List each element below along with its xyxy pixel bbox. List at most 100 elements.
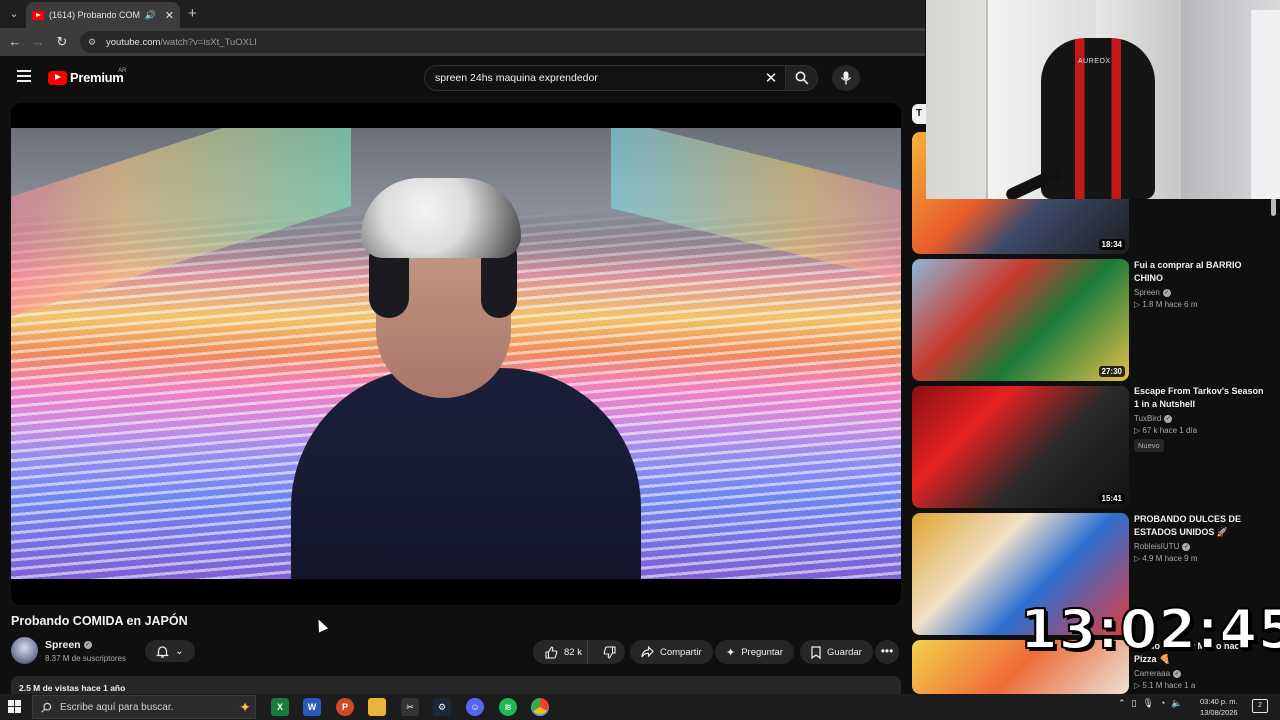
tray-chevron-icon[interactable]: ⌃	[1118, 698, 1126, 709]
excel-icon[interactable]: X	[271, 698, 289, 716]
recommendation-stats: ▷ 4.9 M hace 9 m	[1134, 554, 1198, 563]
like-button[interactable]: 82 k	[533, 640, 588, 664]
video-player[interactable]	[11, 103, 901, 605]
search-box[interactable]: spreen 24hs maquina exprendedor ✕	[424, 65, 786, 91]
ask-button[interactable]: ✦ Preguntar	[715, 640, 794, 664]
more-actions-icon[interactable]: •••	[875, 640, 899, 664]
recommendation-channel: RobleisIUTU ✓	[1134, 542, 1270, 551]
view-count-and-date: 2.5 M de vistas hace 1 año	[19, 683, 126, 693]
word-icon[interactable]: W	[303, 698, 321, 716]
recommendation-3[interactable]: Escape From Tarkov's Season 1 in a Nutsh…	[1134, 385, 1270, 453]
file-explorer-icon[interactable]	[368, 698, 386, 716]
speaker-icon[interactable]: 🔊	[145, 10, 156, 21]
like-dislike-group: 82 k	[533, 640, 625, 664]
sparkle-icon: ✦	[726, 646, 736, 659]
powerpoint-icon[interactable]: P	[336, 698, 354, 716]
scrollbar-thumb[interactable]	[1271, 198, 1276, 216]
mouse-cursor	[313, 617, 329, 633]
new-tab-button[interactable]: +	[188, 5, 197, 22]
back-arrow-icon[interactable]: ←	[6, 33, 24, 51]
person-cap	[361, 178, 521, 258]
tab-close-icon[interactable]: ✕	[165, 9, 174, 22]
thumbnail-3[interactable]: 15:41	[912, 386, 1129, 508]
search-icon	[795, 71, 808, 85]
spotify-icon[interactable]: ≋	[499, 698, 517, 716]
logo-country-code: AR	[118, 68, 127, 74]
steam-icon[interactable]: ⚙	[433, 698, 451, 716]
recommendation-channel: TuxBird ✓	[1134, 414, 1270, 423]
save-button[interactable]: Guardar	[800, 640, 873, 664]
url-text: youtube.com/watch?v=isXt_TuOXLI	[106, 37, 257, 48]
site-info-icon[interactable]: ⚙	[88, 37, 98, 47]
hamburger-menu-icon[interactable]	[17, 70, 31, 82]
browser-tab-active[interactable]: (1614) Probando COMIDA e 🔊 ✕	[26, 2, 180, 28]
video-frame[interactable]	[11, 128, 901, 579]
person-hoodie	[291, 368, 641, 579]
tray-device-icon[interactable]: ▯	[1132, 698, 1137, 709]
youtube-logo[interactable]: Premium	[48, 70, 124, 85]
discord-icon[interactable]: ☺	[466, 698, 484, 716]
verified-check-icon: ✓	[83, 641, 92, 649]
recommendation-4[interactable]: PROBANDO DULCES DE ESTADOS UNIDOS 🚀 Robl…	[1134, 513, 1270, 563]
browser-tab-bar: ⌄ (1614) Probando COMIDA e 🔊 ✕ +	[0, 0, 925, 28]
search-icon	[41, 702, 52, 713]
search-input[interactable]: spreen 24hs maquina exprendedor	[435, 72, 761, 84]
tray-mic-icon[interactable]: 🎙	[1143, 698, 1154, 709]
address-bar[interactable]: ⚙ youtube.com/watch?v=isXt_TuOXLI	[80, 31, 925, 53]
wifi-icon[interactable]: ◔	[1160, 698, 1165, 709]
reload-icon[interactable]: ↻	[53, 33, 71, 51]
taskbar-search-box[interactable]: Escribe aquí para buscar. ✦	[32, 695, 256, 719]
windows-start-icon[interactable]	[8, 700, 22, 714]
capcut-icon[interactable]: ✂	[401, 698, 419, 716]
verified-check-icon: ✓	[1164, 414, 1173, 423]
video-duration: 18:34	[1098, 239, 1125, 250]
channel-name-text: RobleisIUTU	[1134, 542, 1180, 551]
forward-arrow-icon[interactable]: →	[29, 33, 47, 51]
webcam-overlay: AUREOX	[926, 0, 1280, 199]
bell-icon	[156, 645, 170, 658]
microphone-icon	[840, 71, 852, 85]
verified-check-icon: ✓	[1173, 669, 1182, 678]
thumbs-up-icon	[545, 645, 558, 659]
chevron-down-icon: ⌄	[175, 645, 184, 657]
chrome-icon[interactable]	[531, 698, 549, 716]
youtube-play-icon	[48, 70, 67, 85]
recommendation-2[interactable]: Fui a comprar al BARRIO CHINO Spreen ✓ ▷ …	[1134, 259, 1270, 309]
description-box[interactable]: 2.5 M de vistas hace 1 año	[11, 676, 901, 696]
thumbnail-2[interactable]: 27:30	[912, 259, 1129, 381]
search-button[interactable]	[786, 65, 818, 91]
youtube-masthead: Premium AR spreen 24hs maquina exprended…	[0, 56, 925, 98]
video-person	[291, 168, 641, 579]
taskbar-clock[interactable]: 03:40 p. m. 13/08/2026	[1200, 696, 1238, 718]
share-button[interactable]: Compartir	[630, 640, 713, 664]
recommendation-stats: ▷ 1.8 M hace 6 m	[1134, 300, 1198, 309]
notification-center-icon[interactable]: 2	[1252, 699, 1268, 713]
voice-search-button[interactable]	[832, 65, 860, 91]
browser-toolbar: ← → ↻ ⚙ youtube.com/watch?v=isXt_TuOXLI	[0, 28, 925, 56]
recommendation-title: PROBANDO DULCES DE ESTADOS UNIDOS 🚀	[1134, 514, 1242, 537]
share-label: Compartir	[660, 646, 702, 658]
channel-name-text: Spreen	[45, 639, 81, 651]
system-tray: ⌃ ▯ 🎙 ◔ 🔈	[1118, 698, 1183, 709]
channel-avatar[interactable]	[11, 637, 38, 664]
share-icon	[641, 646, 654, 658]
filter-chip[interactable]: T	[912, 104, 926, 124]
thumbs-down-icon	[603, 645, 616, 659]
tab-search-icon[interactable]: ⌄	[6, 6, 22, 22]
dislike-button[interactable]	[594, 640, 625, 664]
clock-date: 13/08/2026	[1200, 708, 1238, 717]
channel-name-text: TuxBird	[1134, 414, 1162, 423]
notification-bell-button[interactable]: ⌄	[145, 640, 195, 662]
tab-title: (1614) Probando COMIDA e	[49, 10, 140, 20]
volume-icon[interactable]: 🔈	[1171, 698, 1182, 709]
clear-search-icon[interactable]: ✕	[761, 69, 781, 87]
copilot-sparkle-icon[interactable]: ✦	[239, 699, 251, 716]
bookmark-icon	[811, 645, 821, 659]
ask-label: Preguntar	[741, 646, 783, 658]
channel-name[interactable]: Spreen ✓	[45, 639, 92, 651]
recommendation-stats: ▷ 5.1 M hace 1 a	[1134, 681, 1196, 690]
new-badge: Nuevo	[1134, 439, 1164, 452]
url-path: /watch?v=isXt_TuOXLI	[160, 36, 257, 48]
youtube-favicon-icon	[32, 10, 44, 20]
channel-name-text: Carreraaa	[1134, 669, 1171, 678]
